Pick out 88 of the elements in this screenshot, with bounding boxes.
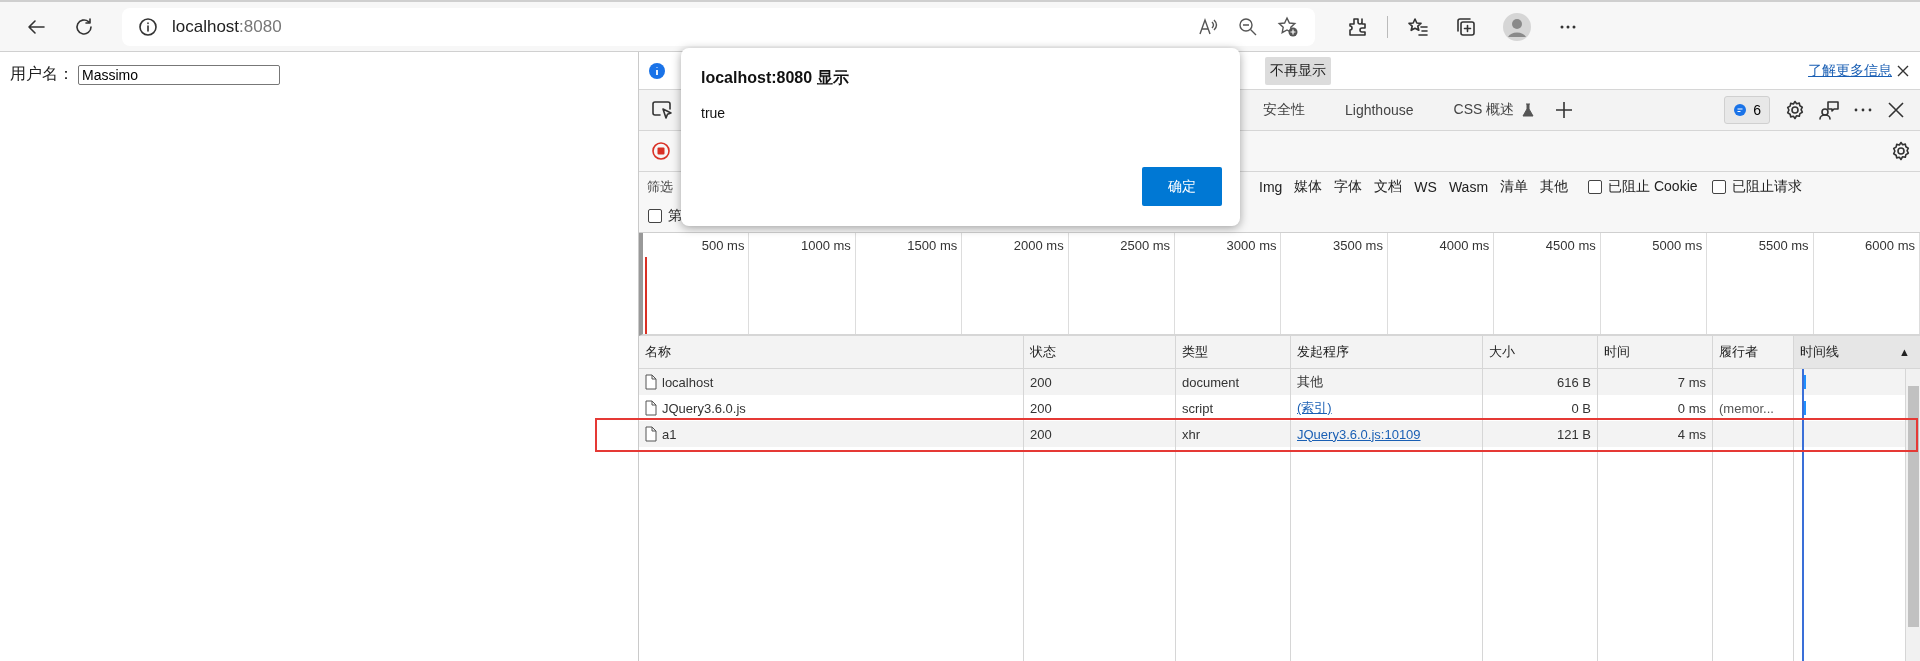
tick-label: 2500 ms: [1120, 238, 1171, 253]
type-filter[interactable]: 文档: [1368, 176, 1409, 198]
column-header[interactable]: 名称: [639, 336, 1024, 368]
record-icon[interactable]: [651, 141, 671, 161]
type-cell: document: [1182, 374, 1240, 390]
avatar-icon[interactable]: [1503, 12, 1531, 41]
tick-label: 3500 ms: [1333, 238, 1383, 253]
scrollbar[interactable]: [1906, 369, 1920, 661]
initiator-cell: 其他: [1297, 373, 1323, 391]
username-field[interactable]: Massimo: [78, 64, 280, 85]
address-text: localhost:8080: [172, 16, 282, 37]
size-cell: 0 B: [1571, 400, 1591, 416]
favorites-icon[interactable]: [1407, 15, 1429, 38]
address-bar[interactable]: localhost:8080: [122, 7, 1315, 46]
type-filter[interactable]: 字体: [1328, 176, 1369, 198]
learn-more-link[interactable]: 了解更多信息: [1808, 61, 1892, 80]
file-icon: [645, 426, 657, 442]
tick-label: 3000 ms: [1226, 238, 1277, 253]
status-cell: 200: [1030, 400, 1052, 416]
file-name[interactable]: a1: [662, 426, 677, 442]
add-favorite-icon[interactable]: [1277, 15, 1299, 38]
file-icon: [645, 374, 657, 390]
time-cell: 7 ms: [1677, 374, 1706, 390]
tick-label: 4000 ms: [1439, 238, 1490, 253]
collections-icon[interactable]: [1455, 15, 1477, 38]
checkbox-option[interactable]: 已阻止 Cookie: [1588, 178, 1698, 196]
initiator-link[interactable]: (索引): [1297, 399, 1332, 417]
column-header[interactable]: 时间线 ▲: [1794, 336, 1920, 368]
type-filter[interactable]: 媒体: [1288, 176, 1329, 198]
feedback-icon[interactable]: [1818, 99, 1840, 121]
tick-label: 500 ms: [701, 238, 745, 253]
file-name[interactable]: JQuery3.6.0.js: [662, 400, 746, 416]
refresh-icon[interactable]: [73, 15, 95, 38]
type-filter[interactable]: Wasm: [1442, 176, 1495, 198]
table-row[interactable]: a1 200 xhr JQuery3.6.0.js:10109 121 B 4 ms: [639, 421, 1906, 447]
status-cell: 200: [1030, 374, 1052, 390]
close-icon[interactable]: [1896, 63, 1910, 78]
column-header[interactable]: 类型: [1176, 336, 1291, 368]
dialog-title: localhost:8080 显示: [701, 68, 850, 88]
time-cell: 4 ms: [1677, 426, 1706, 442]
devtools-tab[interactable]: CSS 概述: [1433, 90, 1555, 130]
type-filter[interactable]: Img: [1253, 176, 1289, 198]
column-header[interactable]: 时间: [1598, 336, 1713, 368]
issues-badge[interactable]: 6: [1724, 96, 1770, 124]
size-cell: 616 B: [1557, 374, 1591, 390]
file-icon: [645, 400, 657, 416]
tick-label: 4500 ms: [1545, 238, 1596, 253]
username-label: 用户名：: [10, 64, 74, 84]
devtools-tab[interactable]: Lighthouse: [1325, 90, 1434, 130]
column-header[interactable]: 状态: [1024, 336, 1176, 368]
size-cell: 121 B: [1557, 426, 1591, 442]
checkbox-option[interactable]: 第: [648, 207, 682, 225]
tick-label: 5000 ms: [1652, 238, 1703, 253]
tick-label: 2000 ms: [1013, 238, 1064, 253]
info-icon[interactable]: [138, 16, 158, 37]
dismiss-button[interactable]: 不再显示: [1265, 56, 1331, 85]
checkbox-option[interactable]: 已阻止请求: [1711, 178, 1802, 196]
type-filter[interactable]: 其他: [1534, 176, 1575, 198]
devtools-tab[interactable]: 安全性: [1243, 90, 1325, 130]
type-cell: script: [1182, 400, 1214, 416]
settings-icon[interactable]: [1890, 140, 1912, 162]
info-icon: [649, 62, 665, 79]
inspect-icon[interactable]: [651, 99, 673, 121]
dialog-message: true: [701, 105, 727, 121]
time-cell: 0 ms: [1677, 400, 1706, 416]
add-tab-icon[interactable]: [1554, 100, 1575, 120]
status-cell: 200: [1030, 426, 1052, 442]
message-icon: [1733, 103, 1748, 117]
initiator-link[interactable]: JQuery3.6.0.js:10109: [1297, 426, 1421, 442]
tick-label: 1000 ms: [800, 238, 851, 253]
zoom-out-icon[interactable]: [1237, 15, 1259, 38]
file-name[interactable]: localhost: [662, 374, 714, 390]
settings-icon[interactable]: [1784, 99, 1806, 121]
ok-button[interactable]: 确定: [1142, 167, 1222, 206]
type-cell: xhr: [1182, 426, 1201, 442]
close-icon[interactable]: [1886, 100, 1906, 120]
table-row[interactable]: localhost 200 document 其他 616 B 7 ms: [639, 369, 1906, 395]
filter-label: 筛选: [647, 178, 673, 196]
type-filter[interactable]: WS: [1408, 176, 1443, 198]
column-header[interactable]: 大小: [1483, 336, 1598, 368]
column-header[interactable]: 发起程序: [1291, 336, 1483, 368]
type-filter[interactable]: 清单: [1494, 176, 1535, 198]
flask-icon: [1522, 103, 1535, 117]
tick-label: 5500 ms: [1758, 238, 1809, 253]
fulfilled-by-cell: (memor...: [1719, 400, 1774, 416]
tick-label: 6000 ms: [1865, 238, 1915, 253]
tick-label: 1500 ms: [907, 238, 958, 253]
extensions-icon[interactable]: [1346, 15, 1368, 38]
